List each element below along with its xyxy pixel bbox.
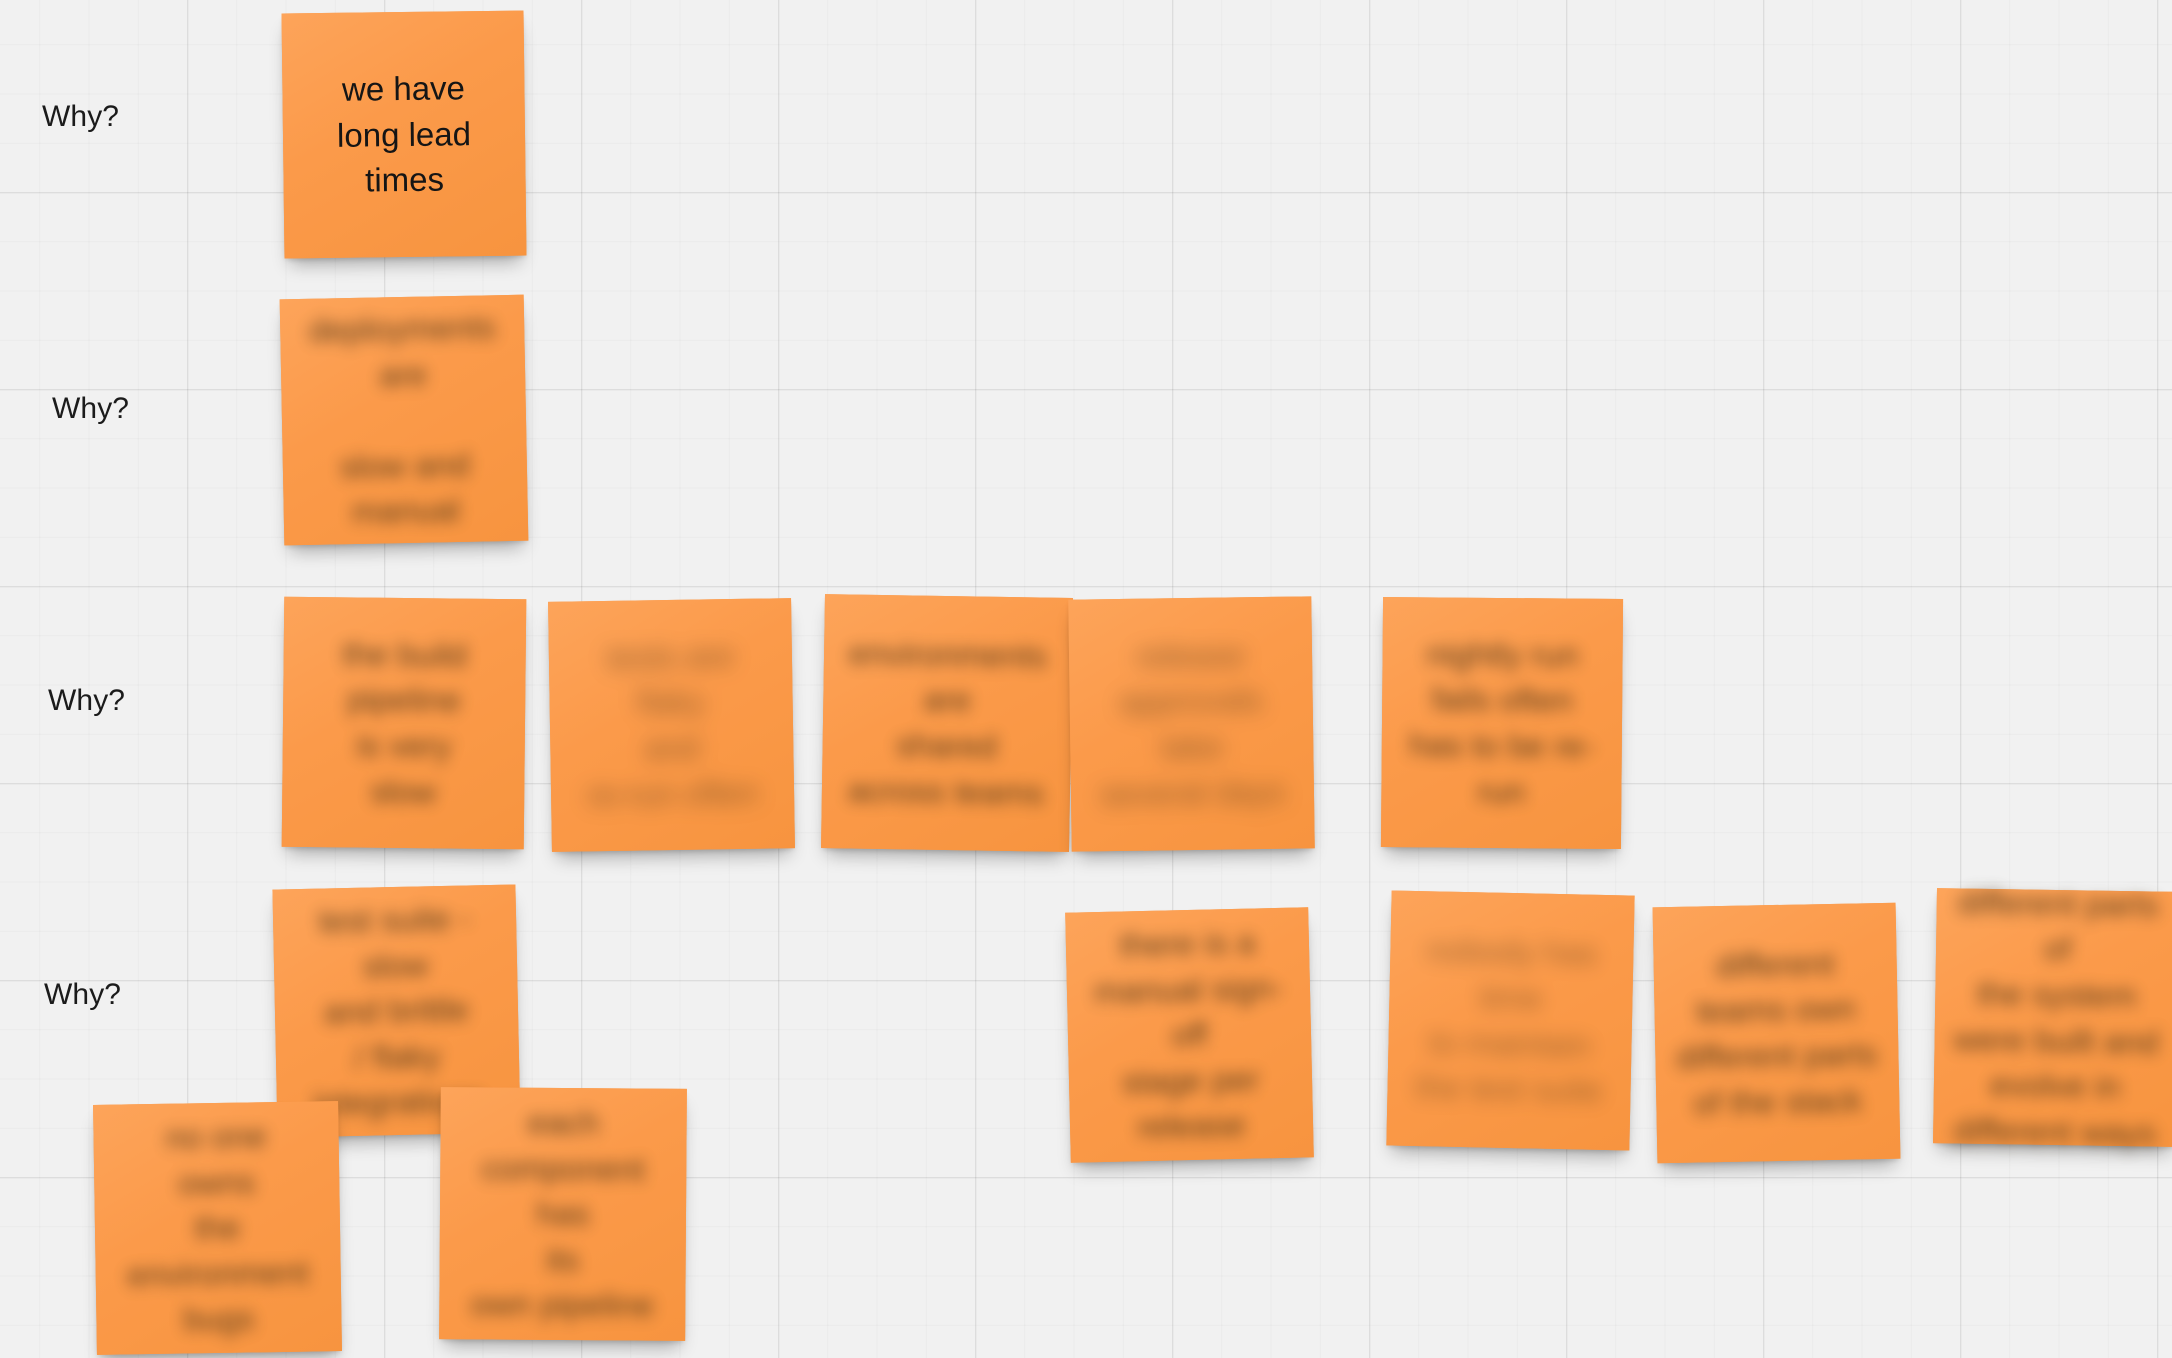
- sticky-note-text: the build pipeline is very slow: [342, 635, 468, 810]
- sticky-note-why3-4[interactable]: release approvals take several days: [1068, 596, 1315, 852]
- sticky-note-why4-4[interactable]: there is a manual sign-off stage per rel…: [1065, 907, 1314, 1163]
- sticky-note-text: each component has its own pipeline: [470, 1103, 655, 1324]
- sticky-note-why4-7[interactable]: different parts of the system were built…: [1933, 883, 2172, 1151]
- sticky-note-text: tests are flaky and re-run often: [586, 636, 759, 813]
- sticky-note-why4-3[interactable]: each component has its own pipeline: [439, 1087, 687, 1341]
- sticky-note-text: different teams own different parts of t…: [1676, 944, 1878, 1122]
- sticky-note-why4-5[interactable]: nobody has time to maintain the test sui…: [1386, 890, 1635, 1151]
- sticky-note-text: we have long lead times: [336, 69, 472, 199]
- sticky-note-why4-6[interactable]: different teams own different parts of t…: [1652, 902, 1901, 1164]
- sticky-note-why3-1[interactable]: the build pipeline is very slow: [281, 596, 527, 850]
- sticky-note-text: different parts of the system were built…: [1952, 883, 2160, 1152]
- sticky-note-text: nightly run fails often has to be re-run: [1409, 635, 1595, 810]
- whiteboard-canvas[interactable]: Why? Why? Why? Why? we have long lead ti…: [0, 0, 2172, 1358]
- sticky-note-why3-3[interactable]: environments are shared across teams: [821, 594, 1073, 852]
- sticky-note-why3-2[interactable]: tests are flaky and re-run often: [548, 598, 795, 852]
- row-label-why-1: Why?: [42, 100, 120, 133]
- sticky-note-root-problem[interactable]: we have long lead times: [281, 10, 527, 259]
- sticky-note-text: there is a manual sign-off stage per rel…: [1093, 923, 1284, 1146]
- sticky-note-why2-1[interactable]: deployments are slow and manual: [279, 294, 529, 546]
- sticky-note-text: no one owns the environment bugs: [127, 1117, 310, 1338]
- sticky-note-text: environments are shared across teams: [847, 634, 1048, 812]
- sticky-note-why4-2[interactable]: no one owns the environment bugs: [93, 1101, 342, 1355]
- sticky-note-why3-5[interactable]: nightly run fails often has to be re-run: [1380, 596, 1624, 850]
- sticky-note-text: nobody has time to maintain the test sui…: [1415, 931, 1603, 1109]
- row-label-why-4: Why?: [44, 978, 122, 1011]
- row-label-why-3: Why?: [48, 684, 126, 717]
- sticky-note-text: release approvals take several days: [1099, 636, 1286, 812]
- row-label-why-2: Why?: [52, 392, 130, 425]
- sticky-note-text: deployments are slow and manual: [308, 308, 497, 531]
